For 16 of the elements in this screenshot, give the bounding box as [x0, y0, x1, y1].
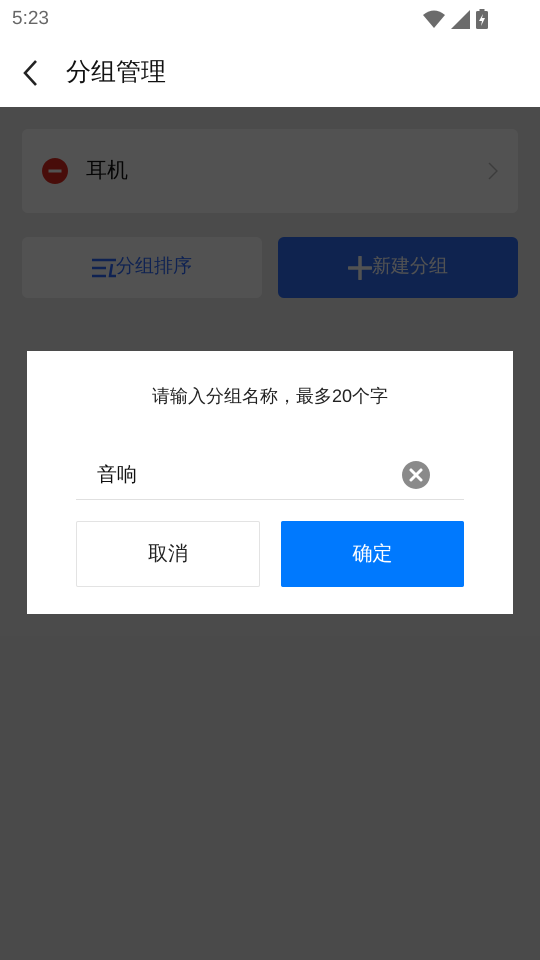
sort-list-icon [92, 258, 116, 278]
battery-icon [476, 9, 488, 29]
name-input-field[interactable]: 音响 [76, 450, 464, 500]
group-row[interactable]: 耳机 [22, 129, 518, 213]
confirm-button[interactable]: 确定 [280, 521, 464, 587]
page-title: 分组管理 [66, 56, 166, 88]
status-time: 5:23 [12, 6, 49, 31]
group-name: 耳机 [86, 158, 129, 184]
remove-icon[interactable] [42, 158, 68, 184]
plus-icon [348, 256, 372, 280]
signal-icon [451, 10, 470, 28]
clear-icon[interactable] [402, 460, 430, 488]
back-icon[interactable] [22, 58, 38, 86]
wifi-icon [423, 10, 445, 28]
dialog-title: 请输入分组名称，最多20个字 [150, 385, 390, 408]
cancel-button[interactable]: 取消 [76, 521, 260, 587]
